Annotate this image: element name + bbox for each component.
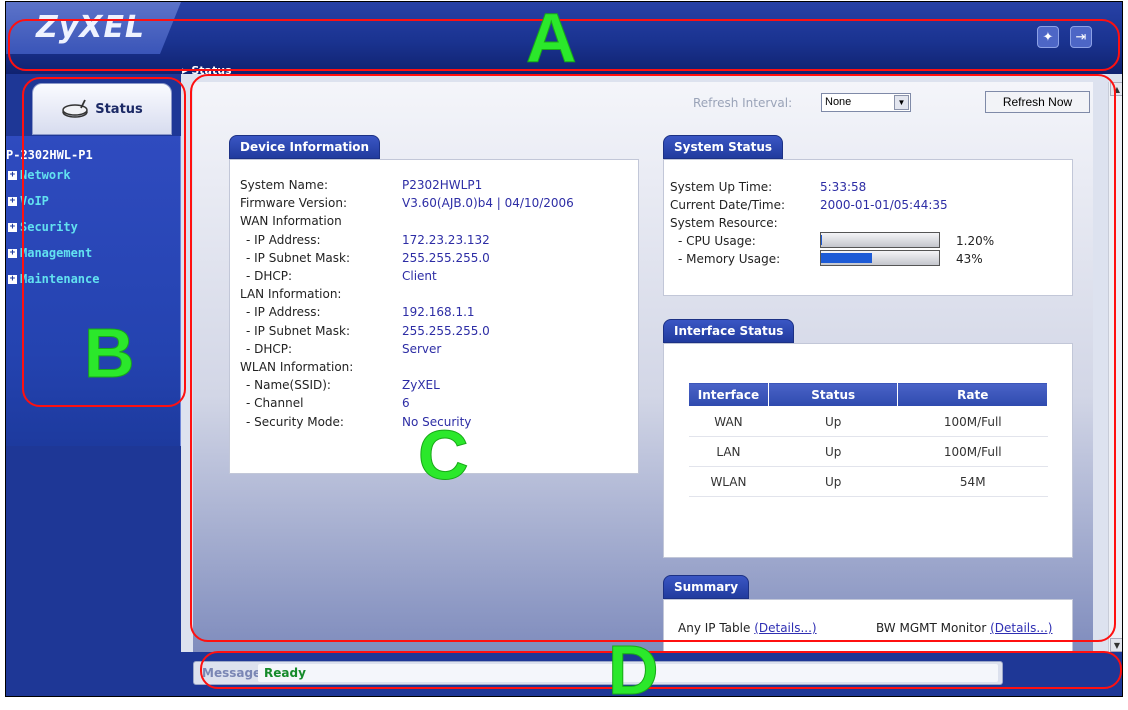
expand-icon: +: [8, 169, 17, 180]
expand-icon: +: [8, 221, 17, 232]
annotation-b: B: [84, 314, 136, 393]
annotation-d: D: [608, 631, 660, 710]
callout-c: [190, 74, 1116, 642]
annotation-a: A: [526, 0, 578, 78]
annotation-c: C: [418, 416, 470, 495]
expand-icon: +: [8, 273, 17, 284]
expand-icon: +: [8, 195, 17, 206]
scroll-down-icon[interactable]: ▼: [1110, 638, 1122, 652]
expand-icon: +: [8, 247, 17, 258]
callout-d: [200, 651, 1122, 689]
